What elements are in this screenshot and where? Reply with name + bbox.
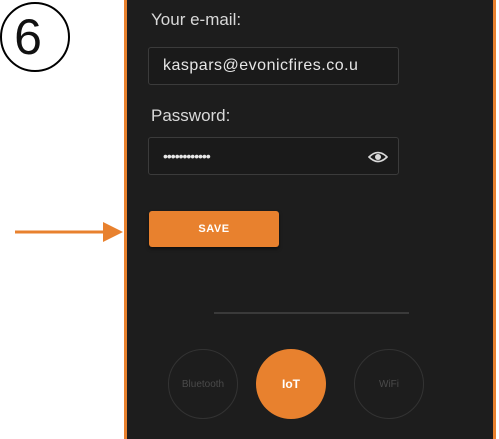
mode-bluetooth-button[interactable]: Bluetooth [168, 349, 238, 419]
eye-icon[interactable] [368, 148, 388, 166]
phone-screen: Your e-mail: kaspars@evonicfires.co.u Pa… [124, 0, 496, 439]
password-value: •••••••••••• [163, 148, 211, 164]
step-number-badge: 6 [0, 2, 70, 72]
mode-wifi-label: WiFi [379, 378, 399, 390]
mode-wifi-button[interactable]: WiFi [354, 349, 424, 419]
save-button[interactable]: SAVE [149, 211, 279, 247]
email-field[interactable]: kaspars@evonicfires.co.u [148, 47, 399, 85]
pointer-arrow-icon [15, 222, 123, 242]
mode-bluetooth-label: Bluetooth [181, 378, 225, 390]
email-label: Your e-mail: [151, 10, 242, 29]
mode-iot-label: IoT [282, 377, 300, 391]
password-field[interactable]: •••••••••••• [148, 137, 399, 175]
step-number: 6 [14, 9, 42, 65]
email-value: kaspars@evonicfires.co.u [163, 57, 359, 74]
divider [214, 312, 409, 314]
mode-iot-button[interactable]: IoT [256, 349, 326, 419]
password-label: Password: [151, 106, 231, 125]
